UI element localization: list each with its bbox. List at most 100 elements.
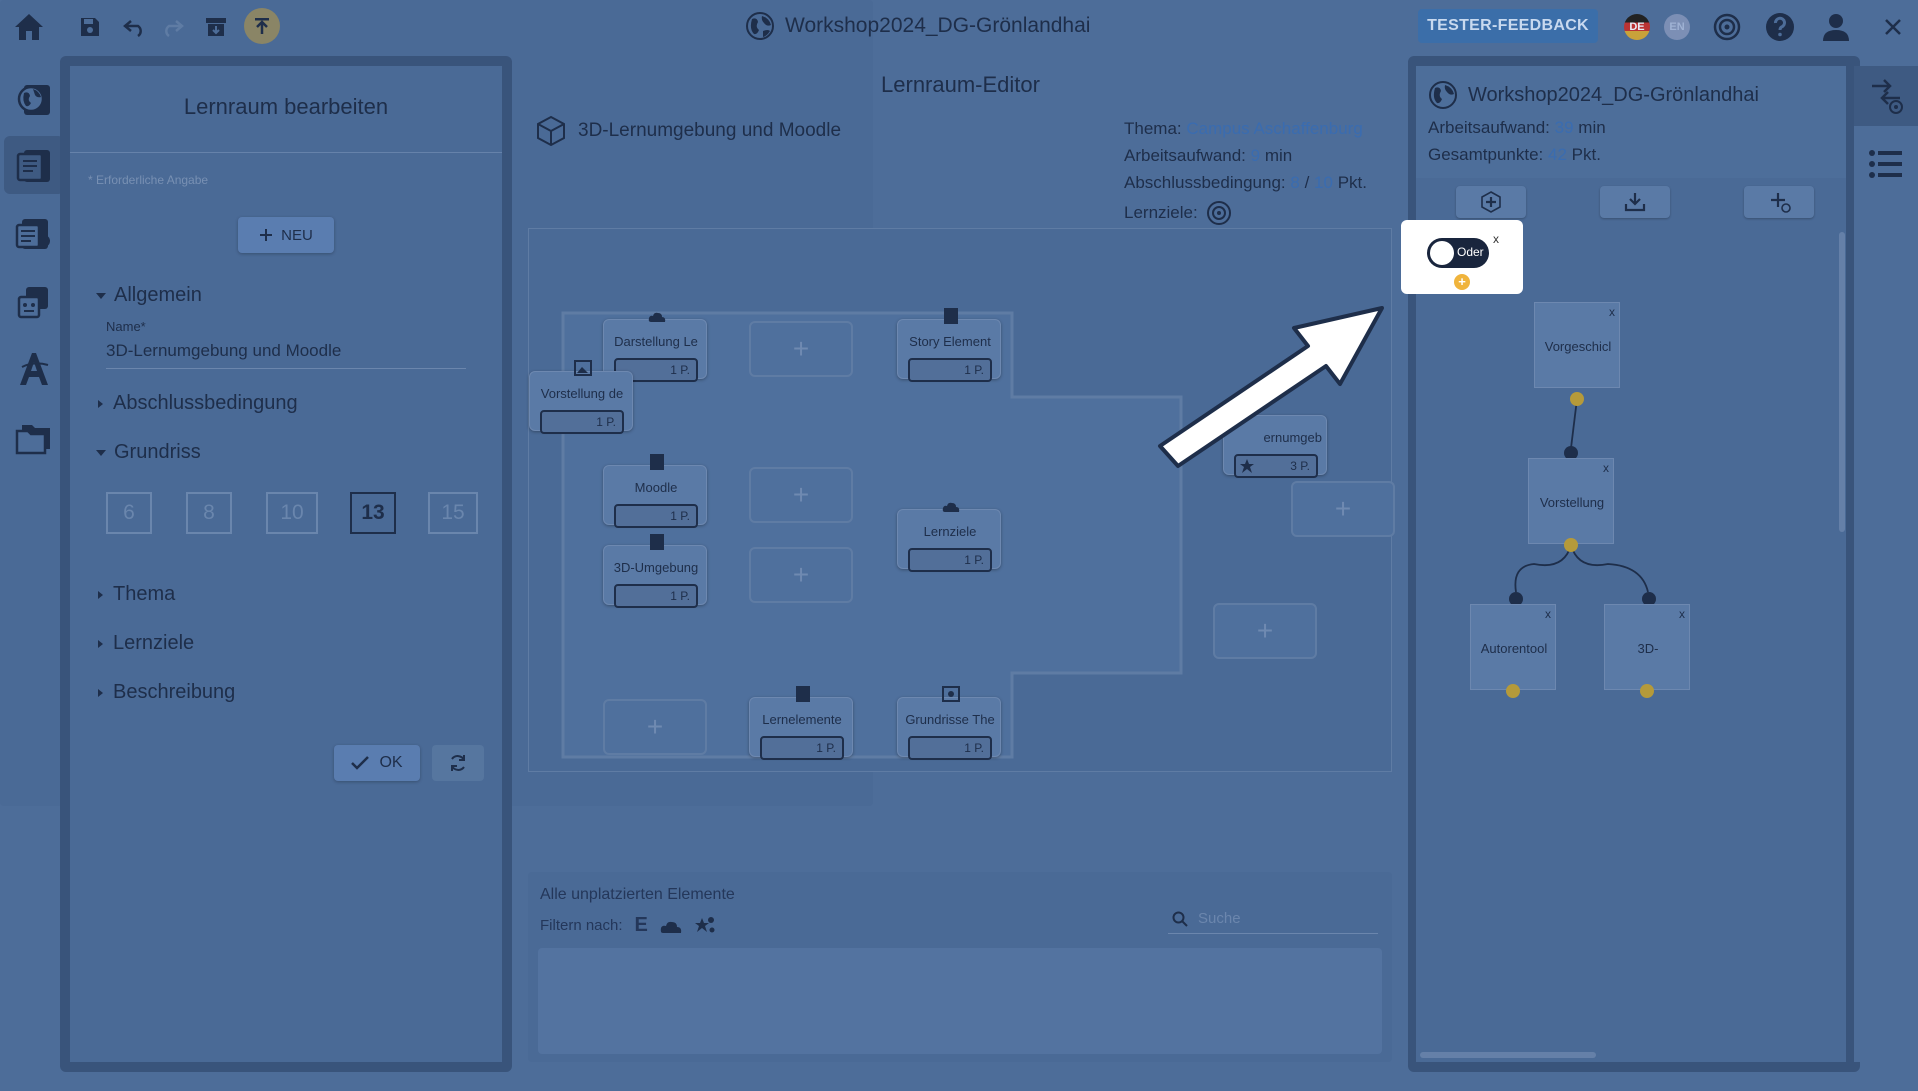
- target-icon[interactable]: [1710, 10, 1744, 44]
- graph-node[interactable]: x Vorstellung: [1528, 458, 1614, 544]
- filter-story-icon[interactable]: [694, 916, 716, 936]
- filter-adaptivity-icon[interactable]: [660, 917, 682, 935]
- rail-list-view[interactable]: [1854, 134, 1918, 194]
- save-icon[interactable]: [73, 10, 107, 44]
- ok-button-label: OK: [379, 754, 403, 771]
- section-abschlussbedingung[interactable]: Abschlussbedingung: [96, 392, 298, 415]
- learning-element[interactable]: Story Element 1 P.: [897, 308, 1001, 382]
- target-icon[interactable]: [1206, 200, 1232, 226]
- graph-node-close[interactable]: x: [1603, 461, 1609, 475]
- empty-slot[interactable]: +: [749, 467, 853, 523]
- name-input[interactable]: 3D-Lernumgebung und Moodle: [106, 341, 466, 369]
- or-and-toggle[interactable]: Oder: [1427, 238, 1489, 268]
- graph-node[interactable]: x Autorentool: [1470, 604, 1556, 690]
- graph-node-close[interactable]: x: [1609, 305, 1615, 319]
- space-workload: Arbeitsaufwand: 9 min: [1124, 146, 1292, 166]
- world-points-label: Gesamtpunkte:: [1428, 145, 1544, 164]
- filter-text-elements[interactable]: E: [635, 914, 648, 937]
- empty-slot[interactable]: +: [603, 699, 707, 755]
- filter-label: Filtern nach:: [540, 917, 623, 934]
- import-button[interactable]: [1600, 186, 1670, 218]
- highlighted-condition-node[interactable]: Oder x +: [1401, 220, 1523, 294]
- redo-icon[interactable]: [155, 10, 189, 44]
- floorplan-option-15[interactable]: 15: [428, 492, 478, 534]
- section-lernziele[interactable]: Lernziele: [96, 632, 194, 655]
- add-space-icon: [1481, 191, 1501, 213]
- condition-value: 8: [1290, 173, 1300, 192]
- graph-node-close[interactable]: x: [1545, 607, 1551, 621]
- unplaced-drop-area[interactable]: [538, 948, 1382, 1054]
- section-thema[interactable]: Thema: [96, 583, 175, 606]
- text-element-icon: [650, 454, 664, 470]
- cube-icon: [537, 115, 565, 147]
- empty-slot[interactable]: +: [749, 547, 853, 603]
- learning-element[interactable]: Grundrisse The 1 P.: [897, 686, 1001, 760]
- floorplan-option-8[interactable]: 8: [186, 492, 232, 534]
- graph-output-port[interactable]: [1570, 392, 1584, 406]
- section-allgemein[interactable]: Allgemein: [96, 284, 202, 307]
- download-icon: [1624, 193, 1646, 212]
- nav-adaptivity[interactable]: [4, 272, 64, 330]
- export-icon[interactable]: [244, 8, 280, 44]
- section-grundriss[interactable]: Grundriss: [96, 441, 201, 464]
- condition-close[interactable]: x: [1493, 232, 1499, 246]
- help-icon[interactable]: [1763, 10, 1797, 44]
- learning-element[interactable]: Darstellung Le 1 P.: [603, 312, 707, 382]
- ok-button[interactable]: OK: [334, 745, 420, 781]
- rail-path-view[interactable]: [1854, 66, 1918, 126]
- section-beschreibung-label: Beschreibung: [113, 681, 236, 703]
- condition-label: Abschlussbedingung:: [1124, 173, 1286, 192]
- search-icon: [1172, 911, 1188, 927]
- graph-node-close[interactable]: x: [1679, 607, 1685, 621]
- learning-element[interactable]: 3D-Umgebung 1 P.: [603, 534, 707, 608]
- new-space-button[interactable]: NEU: [238, 217, 334, 253]
- home-icon[interactable]: [12, 10, 46, 44]
- learning-element[interactable]: Lernelemente 1 P.: [749, 686, 853, 760]
- graph-output-port[interactable]: [1640, 684, 1654, 698]
- graph-output-port[interactable]: [1506, 684, 1520, 698]
- floorplan-option-13[interactable]: 13: [350, 492, 396, 534]
- language-de-flag[interactable]: DE: [1624, 14, 1650, 40]
- floorplan-label: 8: [203, 501, 215, 524]
- add-space-button[interactable]: [1456, 186, 1526, 218]
- nav-space-view[interactable]: [4, 136, 64, 194]
- empty-slot[interactable]: +: [749, 321, 853, 377]
- search-input[interactable]: Suche: [1168, 904, 1378, 934]
- close-icon[interactable]: [1876, 10, 1910, 44]
- nav-learning-goals[interactable]: [4, 340, 64, 398]
- world-title-text: Workshop2024_DG-Grönlandhai: [785, 14, 1091, 37]
- learning-element[interactable]: Moodle 1 P.: [603, 454, 707, 528]
- edit-space-panel: Lernraum bearbeiten * Erforderliche Anga…: [70, 66, 502, 1062]
- condition-separator: /: [1304, 173, 1310, 192]
- add-condition-icon: [1771, 193, 1791, 213]
- graph-node[interactable]: x Vorgeschicl: [1534, 302, 1620, 388]
- learning-element[interactable]: Lernziele 1 P.: [897, 502, 1001, 572]
- condition-output-port[interactable]: +: [1454, 274, 1470, 290]
- workload-unit: min: [1264, 146, 1293, 165]
- floorplan-option-10[interactable]: 10: [266, 492, 318, 534]
- space-theme: Thema: Campus Aschaffenburg: [1124, 119, 1363, 139]
- graph-output-port[interactable]: [1564, 538, 1578, 552]
- nav-content-library[interactable]: [4, 204, 64, 262]
- learning-element[interactable]: Vorstellung de 1 P.: [529, 360, 633, 434]
- add-condition-button[interactable]: [1744, 186, 1814, 218]
- reset-button[interactable]: [432, 745, 484, 781]
- tester-feedback-button[interactable]: TESTER-FEEDBACK: [1418, 9, 1598, 43]
- element-points: 1 P.: [614, 584, 698, 608]
- nav-file-manager[interactable]: [4, 408, 64, 466]
- archive-icon[interactable]: [199, 10, 233, 44]
- undo-icon[interactable]: [118, 10, 152, 44]
- user-icon[interactable]: [1819, 10, 1853, 44]
- text-element-icon: [650, 534, 664, 550]
- graph-vertical-scrollbar[interactable]: [1839, 232, 1845, 532]
- empty-slot[interactable]: +: [1213, 603, 1317, 659]
- world-points-unit: Pkt.: [1571, 145, 1601, 164]
- graph-horizontal-scrollbar[interactable]: [1420, 1052, 1596, 1058]
- nav-world-view[interactable]: [4, 70, 64, 128]
- language-en-label: EN: [1669, 21, 1685, 33]
- language-en-flag[interactable]: EN: [1664, 14, 1690, 40]
- graph-node[interactable]: x 3D-: [1604, 604, 1690, 690]
- floorplan-option-6[interactable]: 6: [106, 492, 152, 534]
- element-name: Lernelemente: [762, 712, 842, 727]
- section-beschreibung[interactable]: Beschreibung: [96, 681, 235, 704]
